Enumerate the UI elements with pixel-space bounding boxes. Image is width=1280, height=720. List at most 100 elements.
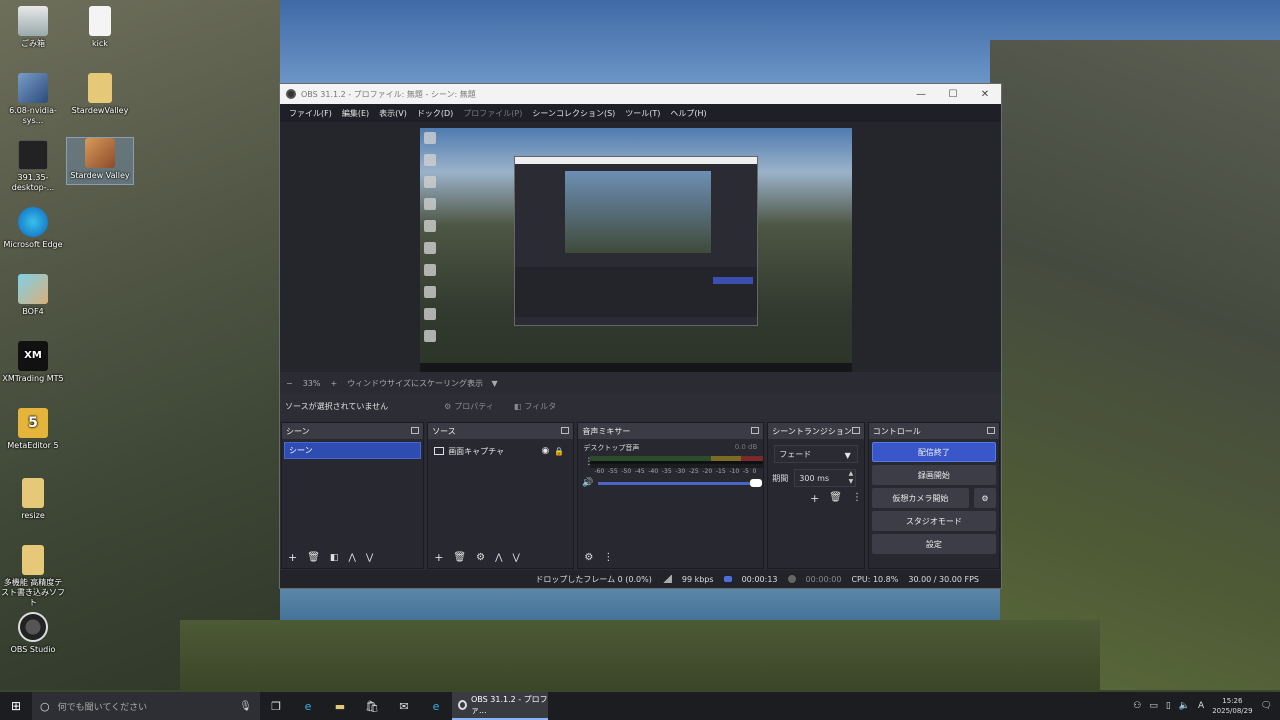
speaker-icon[interactable]: 🔊 [582, 478, 593, 488]
controls-dock-header: コントロール [868, 423, 999, 439]
taskbar-obs-app[interactable]: OBS 31.1.2 - プロファ... [452, 692, 548, 720]
source-toolbar: ソースが選択されていません ⚙ プロパティ ◧ フィルタ [280, 394, 1001, 419]
taskbar-store[interactable]: 🛍 [356, 692, 388, 720]
desktop-icon-bof4[interactable]: BOF4 [0, 274, 66, 317]
transition-select[interactable]: フェード ▼ [774, 445, 858, 463]
power-icon[interactable]: ▯ [1166, 701, 1171, 711]
zoom-out-button[interactable]: − [286, 379, 293, 388]
preview-desktop-icon [424, 242, 436, 254]
desktop-icon-metaeditor[interactable]: 5 MetaEditor 5 [0, 408, 66, 451]
add-icon[interactable]: + [288, 548, 297, 568]
volume-slider[interactable] [597, 478, 762, 487]
desktop-icon-nvidia-sys[interactable]: 6.08-nvidia-sys... [0, 73, 66, 126]
move-down-icon[interactable]: ⋁ [366, 548, 373, 568]
maximize-button[interactable]: ☐ [937, 84, 969, 104]
taskbar-search[interactable]: ○ 何でも聞いてください 🎙 [32, 692, 260, 720]
mixer-dock-header: 音声ミキサー [578, 423, 764, 439]
zoom-in-button[interactable]: + [330, 379, 337, 388]
move-up-icon[interactable]: ⋀ [495, 548, 502, 568]
float-dock-icon[interactable] [751, 427, 760, 434]
taskbar-edge-2[interactable]: e [420, 692, 452, 720]
preview-canvas[interactable] [420, 128, 852, 372]
menu-docks[interactable]: ドック(D) [412, 108, 458, 119]
desktop-icon-nvidia-desktop[interactable]: 391.35-desktop-... [0, 140, 66, 193]
desktop-icon-test-software[interactable]: 多機能 高精度テスト書き込みソフト [0, 545, 66, 608]
float-dock-icon[interactable] [987, 427, 995, 434]
close-button[interactable]: ✕ [969, 84, 1001, 104]
menu-profile[interactable]: プロファイル(P) [458, 108, 527, 119]
virtual-camera-settings-button[interactable]: ⚙ [974, 488, 996, 508]
desktop-icon-kick[interactable]: kick [67, 6, 133, 49]
taskbar-mail[interactable]: ✉ [388, 692, 420, 720]
filter-icon[interactable]: ◧ [330, 548, 339, 568]
start-virtual-camera-button[interactable]: 仮想カメラ開始 [871, 488, 969, 508]
properties-button[interactable]: ⚙ プロパティ [438, 398, 500, 415]
minimize-button[interactable]: — [905, 84, 937, 104]
mixer-menu-icon[interactable]: ⋮ [603, 548, 613, 568]
mail-icon: ✉ [399, 699, 409, 713]
game-icon [18, 274, 48, 304]
notification-icon[interactable]: 🗨 [1261, 701, 1272, 711]
settings-button[interactable]: 設定 [871, 534, 996, 554]
start-recording-button[interactable]: 録画開始 [871, 465, 996, 485]
trash-icon[interactable]: 🗑 [453, 548, 466, 568]
more-icon[interactable]: ⋮ [852, 492, 862, 505]
preview-desktop-icon [424, 132, 436, 144]
float-dock-icon[interactable] [411, 427, 420, 434]
menu-view[interactable]: 表示(V) [374, 108, 412, 119]
duration-input[interactable]: 300 ms ▲ ▼ [794, 469, 857, 487]
eye-icon[interactable]: ◉ [542, 446, 550, 456]
recording-icon [787, 575, 796, 583]
desktop-icon-recycle-bin[interactable]: ごみ箱 [0, 6, 66, 49]
volume-slider-handle[interactable] [749, 478, 762, 487]
menu-edit[interactable]: 編集(E) [337, 108, 374, 119]
advanced-audio-icon[interactable]: ⚙ [584, 548, 593, 568]
spin-arrows-icon[interactable]: ▲ ▼ [849, 470, 854, 486]
lock-icon[interactable]: 🔒 [554, 447, 564, 456]
add-icon[interactable]: + [810, 492, 819, 505]
menu-file[interactable]: ファイル(F) [284, 108, 337, 119]
window-titlebar[interactable]: OBS 31.1.2 - プロファイル: 無題 - シーン: 無題 — ☐ ✕ [280, 84, 1001, 104]
task-view-button[interactable]: ❐ [260, 692, 292, 720]
desktop-icon-microsoft-edge[interactable]: Microsoft Edge [0, 207, 66, 250]
move-up-icon[interactable]: ⋀ [348, 548, 355, 568]
scaling-mode-select[interactable]: ウィンドウサイズにスケーリング表示 ▼ [347, 378, 497, 389]
taskbar-edge[interactable]: e [292, 692, 324, 720]
filter-icon: ◧ [513, 402, 522, 411]
menu-scene-collection[interactable]: シーンコレクション(S) [527, 108, 620, 119]
float-dock-icon[interactable] [851, 427, 860, 434]
move-down-icon[interactable]: ⋁ [512, 548, 519, 568]
menu-tools[interactable]: ツール(T) [620, 108, 665, 119]
trash-icon[interactable]: 🗑 [307, 548, 320, 568]
scene-item[interactable]: シーン [284, 442, 422, 459]
document-icon [89, 6, 111, 36]
gear-icon: ⚙ [981, 493, 989, 503]
chevron-down-icon: ▼ [844, 451, 851, 460]
start-button[interactable]: ⊞ [0, 692, 32, 720]
taskbar-clock[interactable]: 15:26 2025/08/29 [1212, 696, 1252, 716]
preview-area[interactable] [280, 122, 1001, 372]
edge-icon: e [304, 699, 312, 713]
microphone-icon[interactable]: 🎙 [239, 701, 252, 712]
stop-streaming-button[interactable]: 配信終了 [871, 442, 996, 462]
volume-icon[interactable]: 🔈 [1179, 701, 1190, 711]
desktop-icon-stardew-valley[interactable]: Stardew Valley [66, 137, 134, 185]
studio-mode-button[interactable]: スタジオモード [871, 511, 996, 531]
filters-button[interactable]: ◧ フィルタ [508, 398, 562, 415]
people-icon[interactable]: ⚇ [1133, 701, 1141, 711]
network-icon[interactable]: ▭ [1149, 701, 1158, 711]
menu-help[interactable]: ヘルプ(H) [665, 108, 711, 119]
ime-indicator[interactable]: A [1198, 701, 1204, 711]
float-dock-icon[interactable] [561, 427, 570, 434]
trash-icon[interactable]: 🗑 [829, 492, 842, 505]
desktop-background-ground [180, 620, 1100, 692]
desktop-icon-resize[interactable]: resize [0, 478, 66, 521]
gear-icon[interactable]: ⚙ [476, 548, 485, 568]
desktop-icon-stardewvalley-folder[interactable]: StardewValley [67, 73, 133, 116]
add-icon[interactable]: + [434, 548, 443, 568]
source-item[interactable]: 画面キャプチャ ◉ 🔒 [434, 444, 569, 458]
preview-taskbar [420, 363, 852, 372]
desktop-icon-xmtrading-mt5[interactable]: XM XMTrading MT5 [0, 341, 66, 384]
taskbar-explorer[interactable]: ▬ [324, 692, 356, 720]
desktop-icon-obs-studio[interactable]: OBS Studio [0, 612, 66, 655]
